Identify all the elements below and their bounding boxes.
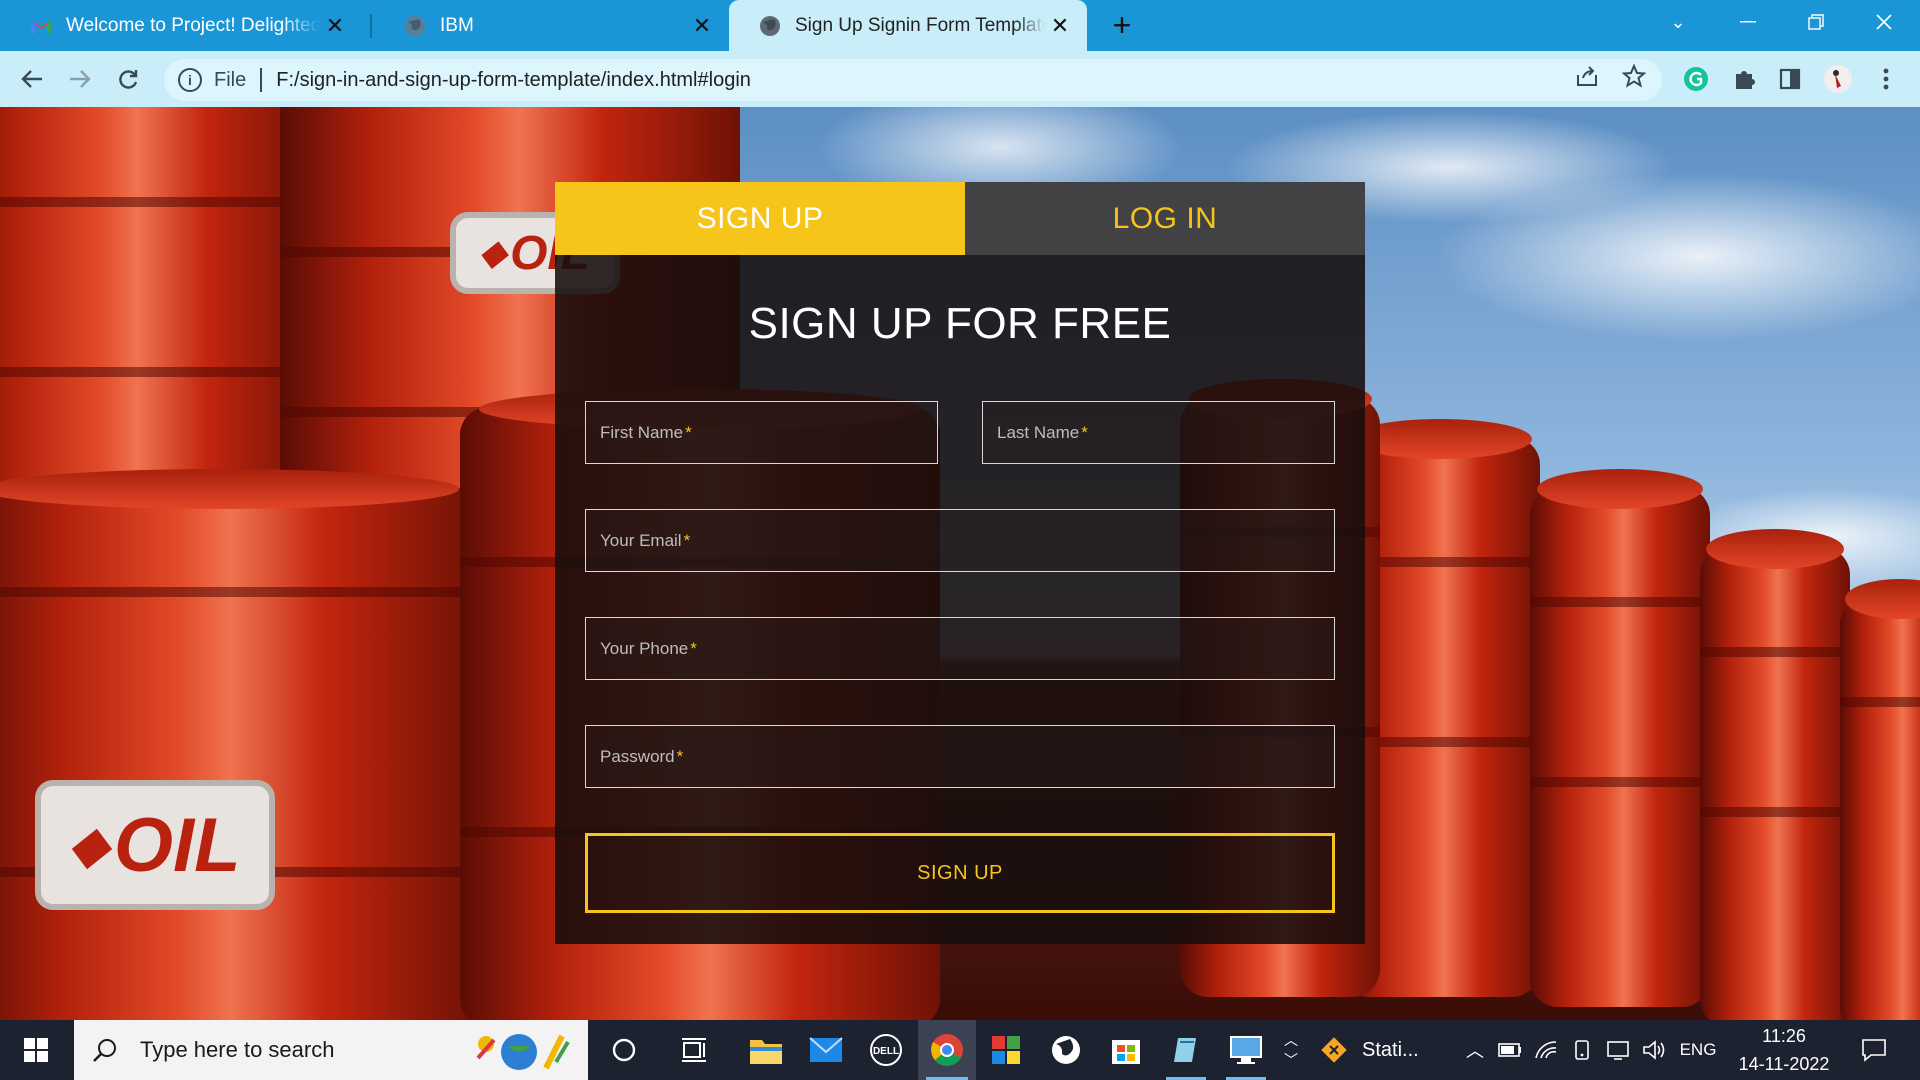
forward-arrow-icon[interactable] — [64, 63, 96, 95]
file-explorer-icon[interactable] — [738, 1020, 794, 1080]
close-icon[interactable]: ✕ — [1045, 11, 1075, 41]
battery-icon[interactable] — [1494, 1020, 1526, 1080]
globe-app-icon[interactable] — [1038, 1020, 1094, 1080]
oil-barrel-label: ◆ OIL — [35, 780, 275, 910]
cortana-icon[interactable] — [596, 1020, 652, 1080]
address-bar[interactable]: i File F:/sign-in-and-sign-up-form-templ… — [164, 59, 1662, 101]
globe-icon — [404, 15, 426, 37]
display-icon[interactable] — [1602, 1020, 1634, 1080]
chevron-down-icon[interactable]: ﹀ — [1284, 1050, 1298, 1070]
browser-tabstrip: Welcome to Project! Delighted to ✕ IBM ✕… — [0, 0, 1920, 51]
taskbar-scroll-arrows[interactable]: ︿ ﹀ — [1278, 1020, 1304, 1080]
remote-desktop-icon[interactable] — [1218, 1020, 1274, 1080]
tab-title: Welcome to Project! Delighted to — [66, 14, 320, 36]
tab-search-chevron-icon[interactable]: ⌄ — [1646, 0, 1710, 44]
windows-taskbar: Type here to search DELL ︿ ﹀ Stati... ︿ … — [0, 1020, 1920, 1080]
side-panel-icon[interactable] — [1774, 63, 1806, 95]
tab-title: IBM — [440, 14, 474, 36]
first-name-input[interactable]: First Name * — [585, 401, 938, 464]
background-barrel — [0, 469, 480, 1020]
dell-icon[interactable]: DELL — [858, 1020, 914, 1080]
required-asterisk: * — [685, 422, 692, 442]
required-asterisk: * — [676, 746, 684, 766]
last-name-placeholder: Last Name — [997, 422, 1080, 442]
pinned-app-stati[interactable]: Stati... — [1318, 1020, 1438, 1080]
password-input[interactable]: Password * — [585, 725, 1335, 788]
email-input[interactable]: Your Email * — [585, 509, 1335, 572]
browser-toolbar: i File F:/sign-in-and-sign-up-form-templ… — [0, 51, 1920, 107]
notification-center-icon[interactable] — [1846, 1020, 1902, 1080]
reload-icon[interactable] — [112, 63, 144, 95]
background-barrel — [1530, 469, 1710, 1007]
microsoft-store-icon[interactable] — [1098, 1020, 1154, 1080]
form-tabs: SIGN UP LOG IN — [555, 182, 1365, 255]
task-view-icon[interactable] — [666, 1020, 722, 1080]
gmail-icon — [30, 15, 52, 37]
search-icon — [92, 1037, 118, 1063]
email-placeholder: Your Email — [600, 530, 682, 550]
chrome-taskbar-icon[interactable] — [918, 1020, 976, 1080]
info-icon[interactable]: i — [178, 68, 202, 92]
extensions-puzzle-icon[interactable] — [1728, 63, 1760, 95]
clock-date: 14-11-2022 — [1738, 1054, 1830, 1074]
mail-icon[interactable] — [798, 1020, 854, 1080]
required-asterisk: * — [690, 638, 697, 658]
app-diamond-icon — [1321, 1037, 1347, 1063]
phone-placeholder: Your Phone — [600, 638, 689, 658]
show-hidden-icons-chevron-icon[interactable]: ︿ — [1460, 1020, 1490, 1080]
signup-form-card: SIGN UP LOG IN SIGN UP FOR FREE First Na… — [555, 182, 1365, 944]
globe-icon — [759, 15, 781, 37]
bookmark-star-icon[interactable] — [1618, 60, 1650, 92]
volume-icon[interactable] — [1638, 1020, 1670, 1080]
windows-start-icon[interactable] — [0, 1020, 72, 1080]
tab-divider — [370, 14, 372, 38]
new-tab-plus-icon[interactable]: + — [1105, 7, 1139, 43]
background-barrel — [1840, 579, 1920, 1020]
taskbar-clock[interactable]: 11:26 14-11-2022 — [1720, 1020, 1848, 1080]
address-divider — [260, 68, 263, 92]
protocol-label: File — [214, 68, 247, 91]
background-barrel — [0, 107, 320, 507]
profile-avatar[interactable] — [1822, 63, 1854, 95]
oil-drop-icon: ◆ — [479, 234, 507, 272]
search-highlights-icon — [464, 1028, 574, 1072]
tab-title: Sign Up Signin Form Template Ex — [795, 14, 1045, 36]
browser-tab-signup-form[interactable]: Sign Up Signin Form Template Ex ✕ — [729, 0, 1087, 51]
notepad-app-icon[interactable] — [1158, 1020, 1214, 1080]
phone-input[interactable]: Your Phone * — [585, 617, 1335, 680]
back-arrow-icon[interactable] — [16, 63, 48, 95]
taskbar-search-box[interactable]: Type here to search — [74, 1020, 588, 1080]
last-name-input[interactable]: Last Name * — [982, 401, 1335, 464]
chevron-up-icon[interactable]: ︿ — [1284, 1030, 1298, 1050]
tab-signup[interactable]: SIGN UP — [555, 182, 965, 255]
url-text[interactable]: F:/sign-in-and-sign-up-form-template/ind… — [276, 69, 751, 92]
window-close-icon[interactable] — [1852, 0, 1916, 44]
close-icon[interactable]: ✕ — [320, 11, 350, 41]
background-barrel — [1700, 529, 1850, 1020]
phone-link-icon[interactable] — [1566, 1020, 1598, 1080]
first-name-placeholder: First Name — [600, 422, 684, 442]
minimize-icon[interactable] — [1716, 0, 1780, 44]
share-icon[interactable] — [1571, 60, 1603, 92]
signup-submit-button[interactable]: SIGN UP — [585, 833, 1335, 913]
menu-kebab-icon[interactable] — [1870, 63, 1902, 95]
clock-time: 11:26 — [1762, 1026, 1806, 1046]
search-placeholder: Type here to search — [140, 1037, 335, 1062]
password-placeholder: Password — [600, 746, 675, 766]
browser-tab-ibm[interactable]: IBM ✕ — [374, 0, 729, 51]
office-tiles-icon[interactable] — [978, 1020, 1034, 1080]
required-asterisk: * — [683, 530, 691, 550]
grammarly-icon[interactable] — [1680, 63, 1712, 95]
close-icon[interactable]: ✕ — [687, 11, 717, 41]
svg-text:DELL: DELL — [873, 1046, 899, 1057]
form-heading: SIGN UP FOR FREE — [748, 299, 1172, 348]
wifi-icon[interactable] — [1530, 1020, 1562, 1080]
browser-tab-gmail[interactable]: Welcome to Project! Delighted to ✕ — [0, 0, 362, 51]
restore-icon[interactable] — [1784, 0, 1848, 44]
tab-login[interactable]: LOG IN — [965, 182, 1365, 255]
oil-drop-icon: ◆ — [69, 817, 108, 873]
required-asterisk: * — [1081, 422, 1088, 442]
language-indicator[interactable]: ENG — [1674, 1020, 1722, 1080]
pinned-app-label: Stati... — [1362, 1038, 1419, 1061]
